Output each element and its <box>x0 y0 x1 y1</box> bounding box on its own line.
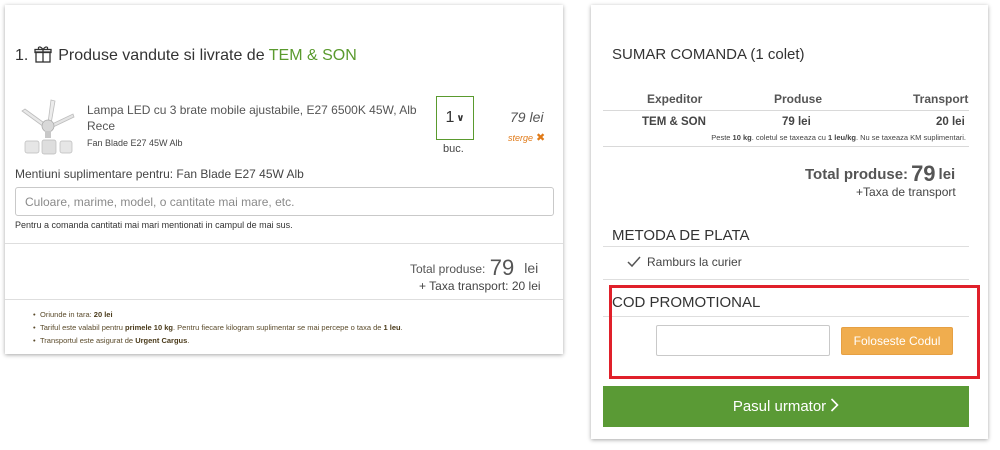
quantity-unit: buc. <box>443 143 464 155</box>
product-price: 79 lei <box>510 109 544 125</box>
plus-icon: + <box>856 185 864 199</box>
product-name-link[interactable]: Lampa LED cu 3 brate mobile ajustabile, … <box>87 102 417 134</box>
divider <box>603 246 969 247</box>
mentions-input[interactable] <box>15 187 554 216</box>
col-header-transport: Transport <box>913 92 969 106</box>
table-header: Expeditor Produse Transport <box>603 87 969 111</box>
total-amount: 79 <box>489 255 515 280</box>
section-title-text: Produse vandute si livrate de <box>58 47 265 64</box>
payment-method-title: METODA DE PLATA <box>612 227 750 244</box>
total-label: Total produse: <box>410 262 486 276</box>
summary-transport-text: Taxa de transport <box>863 185 956 199</box>
cell-shipper: TEM & SON <box>642 116 706 128</box>
total-currency: lei <box>524 260 539 276</box>
chevron-down-icon: ∨ <box>456 112 465 124</box>
product-image[interactable] <box>17 97 77 159</box>
summary-total: Total produse: 79 lei <box>805 161 955 187</box>
product-variant: Fan Blade E27 45W Alb <box>87 138 183 148</box>
promo-code-input[interactable] <box>656 325 830 356</box>
apply-promo-button[interactable]: Foloseste Codul <box>841 327 953 355</box>
summary-transport: +Taxa de transport <box>856 185 956 199</box>
cell-transport: 20 lei <box>936 116 965 128</box>
next-step-button[interactable]: Pasul urmator <box>603 386 969 427</box>
promo-code-title: COD PROMOTIONAL <box>612 294 761 311</box>
remove-product-link[interactable]: sterge ✖ <box>508 131 545 144</box>
divider <box>603 316 969 317</box>
transport-fee: + Taxa transport: 20 lei <box>419 279 541 293</box>
gift-box-icon <box>34 45 52 68</box>
check-icon <box>627 256 641 271</box>
remove-label: sterge <box>508 133 534 143</box>
list-item: Tariful este valabil pentru primele 10 k… <box>33 321 403 334</box>
divider <box>5 243 563 244</box>
list-item: Transportul este asigurat de Urgent Carg… <box>33 334 403 347</box>
transport-fee-text: Taxa transport: 20 lei <box>429 279 541 293</box>
chevron-right-icon <box>830 397 839 416</box>
summary-title: SUMAR COMANDA (1 colet) <box>612 46 805 63</box>
payment-option-cod[interactable]: Ramburs la curier <box>627 255 742 271</box>
quantity-value: 1 <box>445 109 455 126</box>
plus-icon: + <box>419 279 427 293</box>
payment-option-label: Ramburs la curier <box>647 255 742 269</box>
summary-total-label: Total produse: <box>805 166 909 183</box>
mentions-help-text: Pentru a comanda cantitati mai mari ment… <box>15 220 293 230</box>
close-icon: ✖ <box>536 132 546 144</box>
cell-products: 79 lei <box>782 116 811 128</box>
shipping-weight-note: Peste 10 kg. coletul se taxeaza cu 1 leu… <box>603 133 969 147</box>
cart-total: Total produse: 79 lei <box>410 255 538 281</box>
list-item: Oriunde in tara: 20 lei <box>33 308 403 321</box>
divider <box>603 279 969 280</box>
divider <box>5 299 563 300</box>
col-header-shipper: Expeditor <box>647 92 703 106</box>
seller-section-title: 1. Produse vandute si livrate de TEM & S… <box>15 45 357 68</box>
seller-name-link[interactable]: TEM & SON <box>269 47 357 64</box>
col-header-products: Produse <box>774 92 823 106</box>
next-step-label: Pasul urmator <box>732 398 827 415</box>
quantity-select[interactable]: 1 ∨ <box>436 96 474 140</box>
summary-table: Expeditor Produse Transport TEM & SON 79… <box>603 87 969 147</box>
cart-seller-card: 1. Produse vandute si livrate de TEM & S… <box>5 5 563 354</box>
table-row: TEM & SON 79 lei 20 lei <box>603 111 969 133</box>
summary-total-amount: 79 <box>911 161 936 186</box>
shipping-notes: Oriunde in tara: 20 lei Tariful este val… <box>33 308 403 347</box>
mentions-label: Mentiuni suplimentare pentru: Fan Blade … <box>15 167 304 181</box>
section-index: 1. <box>15 47 29 64</box>
summary-total-currency: lei <box>938 166 956 183</box>
order-summary-card: SUMAR COMANDA (1 colet) Expeditor Produs… <box>591 5 988 439</box>
